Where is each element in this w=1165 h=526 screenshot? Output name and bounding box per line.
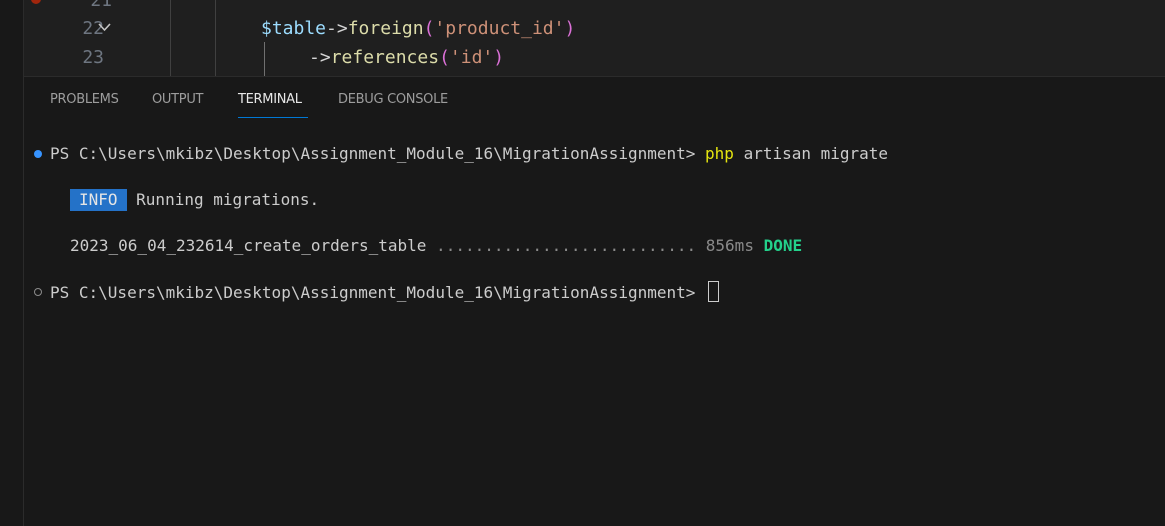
code-text: $table->foreign('product_id')	[261, 14, 575, 43]
info-text: Running migrations.	[126, 190, 320, 209]
code-line: 23 ->references('id')	[24, 43, 1165, 72]
code-token: ->	[309, 47, 331, 68]
terminal-prompt: PS C:\Users\mkibz\Desktop\Assignment_Mod…	[50, 144, 706, 163]
code-editor[interactable]: 21 22 $table->foreign('product_id') 23 -…	[24, 0, 1165, 76]
command-pending-dot-icon[interactable]	[34, 288, 42, 296]
panel-tabs: PROBLEMS OUTPUT TERMINAL DEBUG CONSOLE	[24, 77, 1165, 121]
code-token: )	[564, 18, 576, 39]
tab-terminal[interactable]: TERMINAL	[238, 92, 302, 107]
activity-bar-edge	[0, 0, 24, 526]
code-token: foreign	[347, 18, 424, 39]
line-number: 21	[90, 0, 112, 11]
command-args: artisan migrate	[733, 144, 889, 163]
tab-debug-console[interactable]: DEBUG CONSOLE	[338, 92, 448, 107]
code-token: )	[493, 47, 505, 68]
terminal-prompt: PS C:\Users\mkibz\Desktop\Assignment_Mod…	[50, 283, 706, 302]
command-success-dot-icon[interactable]	[34, 150, 42, 158]
code-token: 'product_id'	[434, 18, 565, 39]
code-token: 'id'	[449, 47, 494, 68]
code-token: $table	[261, 18, 327, 39]
line-number: 23	[82, 47, 104, 68]
chevron-down-icon[interactable]	[98, 14, 112, 43]
code-text: ->references('id')	[309, 43, 504, 72]
code-token: (	[423, 18, 435, 39]
bottom-panel: PROBLEMS OUTPUT TERMINAL DEBUG CONSOLE P…	[24, 76, 1165, 526]
terminal-cursor	[708, 281, 720, 302]
tab-output[interactable]: OUTPUT	[152, 92, 203, 107]
migration-time: 856ms	[705, 236, 754, 255]
migration-status: DONE	[763, 236, 803, 255]
active-tab-indicator	[238, 117, 308, 118]
code-line: 21	[24, 0, 1165, 15]
terminal-prompt-line[interactable]: PS C:\Users\mkibz\Desktop\Assignment_Mod…	[50, 281, 720, 304]
code-token: (	[439, 47, 450, 68]
migration-name: 2023_06_04_232614_create_orders_table	[70, 236, 427, 255]
line-number: 22	[82, 18, 104, 39]
tab-problems[interactable]: PROBLEMS	[50, 92, 119, 107]
info-badge: INFO	[70, 189, 127, 211]
command-keyword: php	[705, 144, 734, 163]
migration-dots: ...........................	[426, 236, 706, 255]
terminal-migration-line: 2023_06_04_232614_create_orders_table ..…	[70, 235, 802, 257]
code-token: references	[330, 47, 440, 68]
code-token: ->	[326, 18, 348, 39]
code-line: 22 $table->foreign('product_id')	[24, 14, 1165, 43]
terminal-command-line: PS C:\Users\mkibz\Desktop\Assignment_Mod…	[50, 143, 888, 165]
terminal-info-line: INFO Running migrations.	[70, 189, 319, 211]
